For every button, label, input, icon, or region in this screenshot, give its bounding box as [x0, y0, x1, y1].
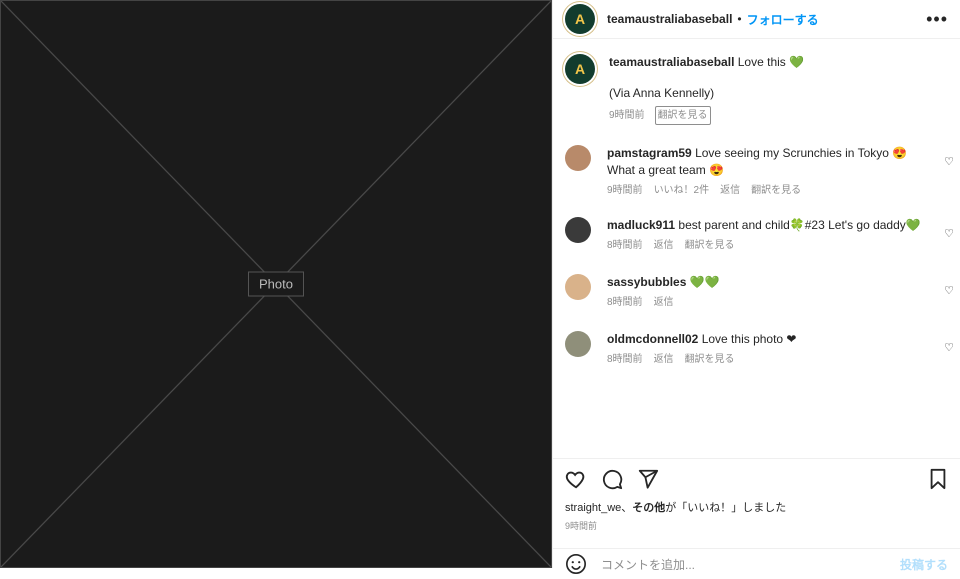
action-bar: straight_we、その他が「いいね！」しました 9時間前: [553, 458, 960, 532]
likes-sep: 、: [621, 502, 633, 514]
reply-button[interactable]: 返信: [720, 182, 740, 199]
liker-username[interactable]: straight_we: [565, 502, 621, 514]
likes-others-link[interactable]: その他: [632, 502, 665, 514]
caption-avatar[interactable]: A: [565, 54, 595, 84]
comment-item: madluck911 best parent and child🍀#23 Let…: [553, 217, 960, 254]
post-sidebar: A teamaustraliabaseball • フォローする ••• A t…: [552, 0, 960, 574]
emoji-icon[interactable]: [565, 553, 587, 575]
comment-time[interactable]: 8時間前: [607, 351, 643, 368]
caption-username[interactable]: teamaustraliabaseball: [609, 55, 734, 69]
bookmark-icon[interactable]: [928, 468, 948, 490]
translate-button[interactable]: 翻訳を見る: [751, 182, 801, 199]
heart-icon[interactable]: [565, 468, 587, 490]
posted-time[interactable]: 9時間前: [565, 519, 948, 532]
comment-like-icon[interactable]: ♡: [944, 227, 954, 240]
photo-caption: Photo: [248, 271, 304, 297]
commenter-avatar[interactable]: [565, 217, 591, 243]
translate-button[interactable]: 翻訳を見る: [654, 106, 711, 125]
comment-like-icon[interactable]: ♡: [944, 155, 954, 168]
comment-username[interactable]: sassybubbles: [607, 275, 686, 289]
comment-like-icon[interactable]: ♡: [944, 341, 954, 354]
post-photo[interactable]: Photo: [0, 0, 552, 568]
more-options-icon[interactable]: •••: [926, 9, 948, 30]
comment-icon[interactable]: [601, 468, 623, 490]
avatar-letter: A: [574, 61, 586, 77]
avatar[interactable]: A: [565, 4, 595, 34]
comment-like-icon[interactable]: ♡: [944, 284, 954, 297]
comment-username[interactable]: madluck911: [607, 218, 675, 232]
caption-body: teamaustraliabaseball Love this 💚 (Via A…: [609, 54, 804, 125]
post-comment-button[interactable]: 投稿する: [900, 556, 948, 573]
commenter-avatar[interactable]: [565, 145, 591, 171]
comment-likes[interactable]: いいね！2件: [654, 182, 710, 199]
comment-text: best parent and child🍀#23 Let's go daddy…: [678, 218, 921, 232]
commenter-avatar[interactable]: [565, 331, 591, 357]
comment-username[interactable]: pamstagram59: [607, 146, 692, 160]
commenter-avatar[interactable]: [565, 274, 591, 300]
separator-dot: •: [737, 12, 742, 26]
comment-username[interactable]: oldmcdonnell02: [607, 332, 698, 346]
post-header: A teamaustraliabaseball • フォローする •••: [553, 0, 960, 39]
add-comment-bar: コメントを追加... 投稿する: [553, 548, 960, 579]
follow-button[interactable]: フォローする: [747, 11, 819, 28]
header-username[interactable]: teamaustraliabaseball: [607, 12, 732, 26]
comment-text: Love this photo ❤: [701, 332, 797, 346]
reply-button[interactable]: 返信: [654, 351, 674, 368]
comment-time[interactable]: 8時間前: [607, 237, 643, 254]
comment-input[interactable]: コメントを追加...: [601, 556, 695, 573]
caption-row: A teamaustraliabaseball Love this 💚 (Via…: [553, 38, 960, 125]
comments-list[interactable]: A teamaustraliabaseball Love this 💚 (Via…: [553, 38, 960, 458]
likes-summary: straight_we、その他が「いいね！」しました: [565, 499, 948, 515]
translate-button[interactable]: 翻訳を見る: [685, 351, 735, 368]
comment-time[interactable]: 8時間前: [607, 294, 643, 311]
likes-suffix: が「いいね！」しました: [665, 502, 787, 514]
caption-via: (Via Anna Kennelly): [609, 86, 715, 100]
caption-text: Love this 💚: [737, 55, 805, 69]
comment-item: sassybubbles 💚💚 8時間前 返信 ♡: [553, 274, 960, 311]
comment-item: pamstagram59 Love seeing my Scrunchies i…: [553, 145, 960, 199]
translate-button[interactable]: 翻訳を見る: [685, 237, 735, 254]
avatar-letter: A: [574, 11, 586, 27]
comment-item: oldmcdonnell02 Love this photo ❤ 8時間前 返信…: [553, 331, 960, 368]
reply-button[interactable]: 返信: [654, 237, 674, 254]
caption-time[interactable]: 9時間前: [609, 107, 645, 124]
reply-button[interactable]: 返信: [654, 294, 674, 311]
comment-time[interactable]: 9時間前: [607, 182, 643, 199]
share-icon[interactable]: [637, 468, 659, 490]
comment-text: 💚💚: [689, 275, 720, 289]
